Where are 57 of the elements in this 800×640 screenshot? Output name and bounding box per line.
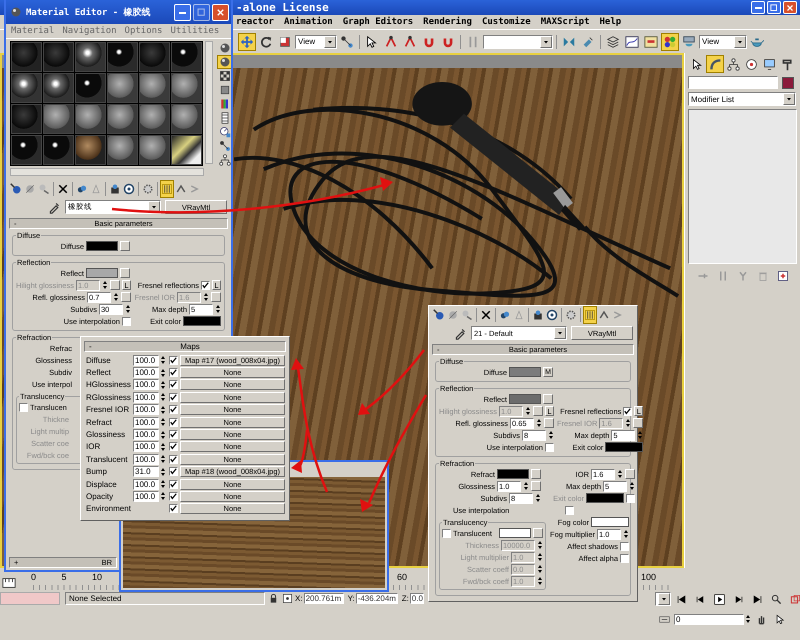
amount-field[interactable]: 100.0 [133,392,159,403]
map-slot-label: Displace [86,480,118,489]
frame-number: 100 [641,572,656,582]
map-slot-label: Glossiness [86,430,126,440]
menu-item[interactable]: Material [11,26,54,36]
menu-item[interactable]: Utilities [170,26,220,36]
coordinate-field[interactable]: -436.204m [356,592,398,604]
map-slot-label: IOR [86,442,102,452]
frame-number: 10 [92,572,102,582]
rollout-title: Maps [179,342,201,351]
current-frame-field[interactable]: 0 [674,614,744,624]
map-slot-label: Environment [86,504,132,514]
menu-item[interactable]: Graph Editors [342,17,414,27]
coordinate-field[interactable]: 200.761m [304,592,344,604]
menu-item[interactable]: Rendering [423,17,472,27]
selection-status: None Selected [65,592,265,604]
rollout-sign: - [89,342,93,351]
menu-item[interactable]: reactor [236,17,274,27]
frame-number: 5 [62,572,67,582]
coordinate-label: X: [295,594,303,602]
map-slot-label: Refract [86,418,113,427]
map-slot-label: Reflect [86,368,112,378]
map-slot-label: Bump [86,467,108,476]
amount-field[interactable]: 100.0 [133,367,159,378]
amount-field[interactable]: 100.0 [133,404,159,416]
amount-field[interactable]: 100.0 [133,454,159,465]
amount-field[interactable]: 31.0 [133,466,159,478]
modifier-list-dropdown[interactable]: Modifier List [688,92,796,106]
amount-field[interactable]: 100.0 [133,429,159,440]
view-dropdown[interactable]: View [295,34,337,48]
amount-field[interactable]: 100.0 [133,490,159,502]
menu-item[interactable]: MAXScript [540,17,590,27]
coordinate-field[interactable]: 0.0 [410,592,424,604]
rollout-header[interactable]: - Maps [84,341,286,352]
menu-item[interactable]: Help [600,17,622,27]
frame-number: 0 [31,572,36,582]
amount-field[interactable]: 100.0 [133,441,159,452]
map-slot-label: Fresnel IOR [86,405,130,414]
map-slot-label: HGlossiness [86,380,132,390]
frame-number: 60 [397,572,408,582]
menu-item[interactable]: Animation [284,17,333,27]
menu-item[interactable]: Navigation [62,26,117,36]
coordinate-label: Z: [402,594,409,602]
window-title: -alone License [236,1,330,14]
coordinate-label: Y: [348,594,355,602]
map-slot-label: Opacity [86,492,114,501]
menu-item[interactable]: Customize [482,17,531,27]
window-title: Material Editor - 橡胶线 [26,6,152,18]
amount-field[interactable]: 100.0 [133,478,159,490]
view-dropdown[interactable]: View [699,34,747,48]
amount-field[interactable]: 100.0 [133,416,159,428]
map-slot-label: Translucent [86,454,128,464]
menu-item[interactable]: Options [124,26,162,36]
amount-field[interactable]: 100.0 [133,354,159,366]
map-slot-label: RGlossiness [86,392,132,402]
amount-field[interactable]: 100.0 [133,379,159,390]
map-slot-label: Diffuse [86,356,112,365]
